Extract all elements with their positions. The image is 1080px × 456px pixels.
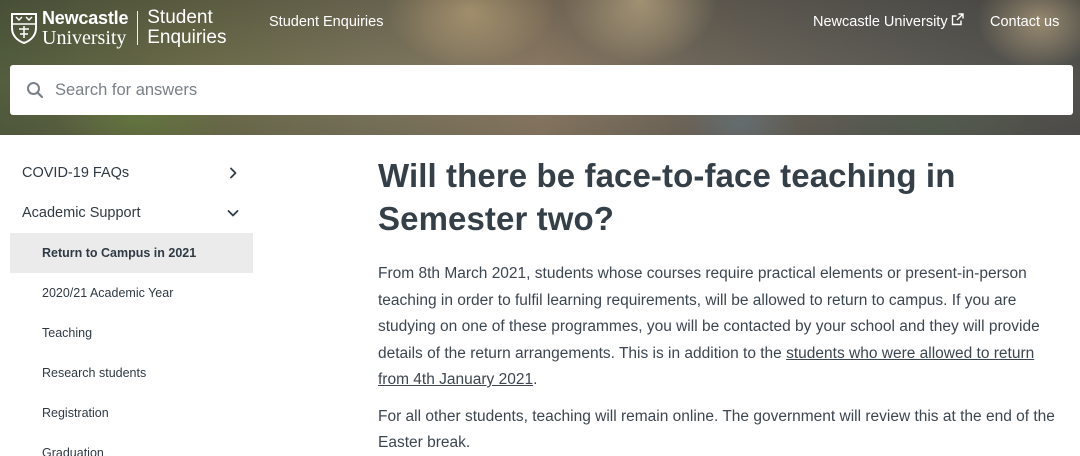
sidebar-item-graduation[interactable]: Graduation (10, 433, 253, 456)
sidebar-nav: COVID-19 FAQs Academic Support Return to… (10, 153, 253, 456)
search-input[interactable] (55, 80, 1035, 100)
sidebar-section-label: COVID-19 FAQs (22, 165, 130, 181)
sidebar-item-research-students[interactable]: Research students (10, 353, 253, 393)
sidebar-item-teaching[interactable]: Teaching (10, 313, 253, 353)
article-title: Will there be face-to-face teaching in S… (378, 157, 956, 237)
nav-newcastle-university[interactable]: Newcastle University (813, 13, 964, 30)
chevron-right-icon (230, 167, 237, 179)
product-name-line-2: Enquiries (147, 27, 227, 48)
chevron-down-icon (227, 210, 239, 217)
logo-line-2: University (42, 26, 127, 49)
sidebar-item-return-to-campus[interactable]: Return to Campus in 2021 (10, 233, 253, 273)
nav-student-enquiries[interactable]: Student Enquiries (269, 14, 383, 30)
logo-divider (137, 11, 139, 45)
search-bar[interactable] (10, 65, 1073, 115)
external-link-icon (951, 13, 964, 26)
sidebar-item-academic-year[interactable]: 2020/21 Academic Year (10, 273, 253, 313)
sidebar-section-covid-faqs[interactable]: COVID-19 FAQs (10, 153, 253, 193)
nav-newcastle-university-label: Newcastle University (813, 14, 948, 30)
article: Will there be face-to-face teaching in S… (378, 154, 1068, 456)
article-paragraph-1: From 8th March 2021, students whose cour… (378, 261, 1068, 394)
search-icon (27, 82, 44, 99)
sidebar-section-academic-support[interactable]: Academic Support (10, 193, 253, 233)
crest-icon (11, 13, 37, 44)
nav-contact-us[interactable]: Contact us (990, 14, 1059, 30)
site-logo[interactable]: Newcastle University Student Enquiries (10, 8, 226, 48)
sidebar-section-label: Academic Support (22, 205, 141, 221)
product-name: Student Enquiries (147, 8, 226, 48)
product-name-line-1: Student (147, 7, 213, 28)
hero-banner: Newcastle University Student Enquiries S… (0, 0, 1080, 135)
logo-wordmark: Newcastle University (42, 9, 128, 48)
paragraph-end: . (533, 371, 538, 388)
article-paragraph-2: For all other students, teaching will re… (378, 407, 1055, 452)
logo-line-1: Newcastle (42, 7, 129, 28)
sidebar-item-registration[interactable]: Registration (10, 393, 253, 433)
